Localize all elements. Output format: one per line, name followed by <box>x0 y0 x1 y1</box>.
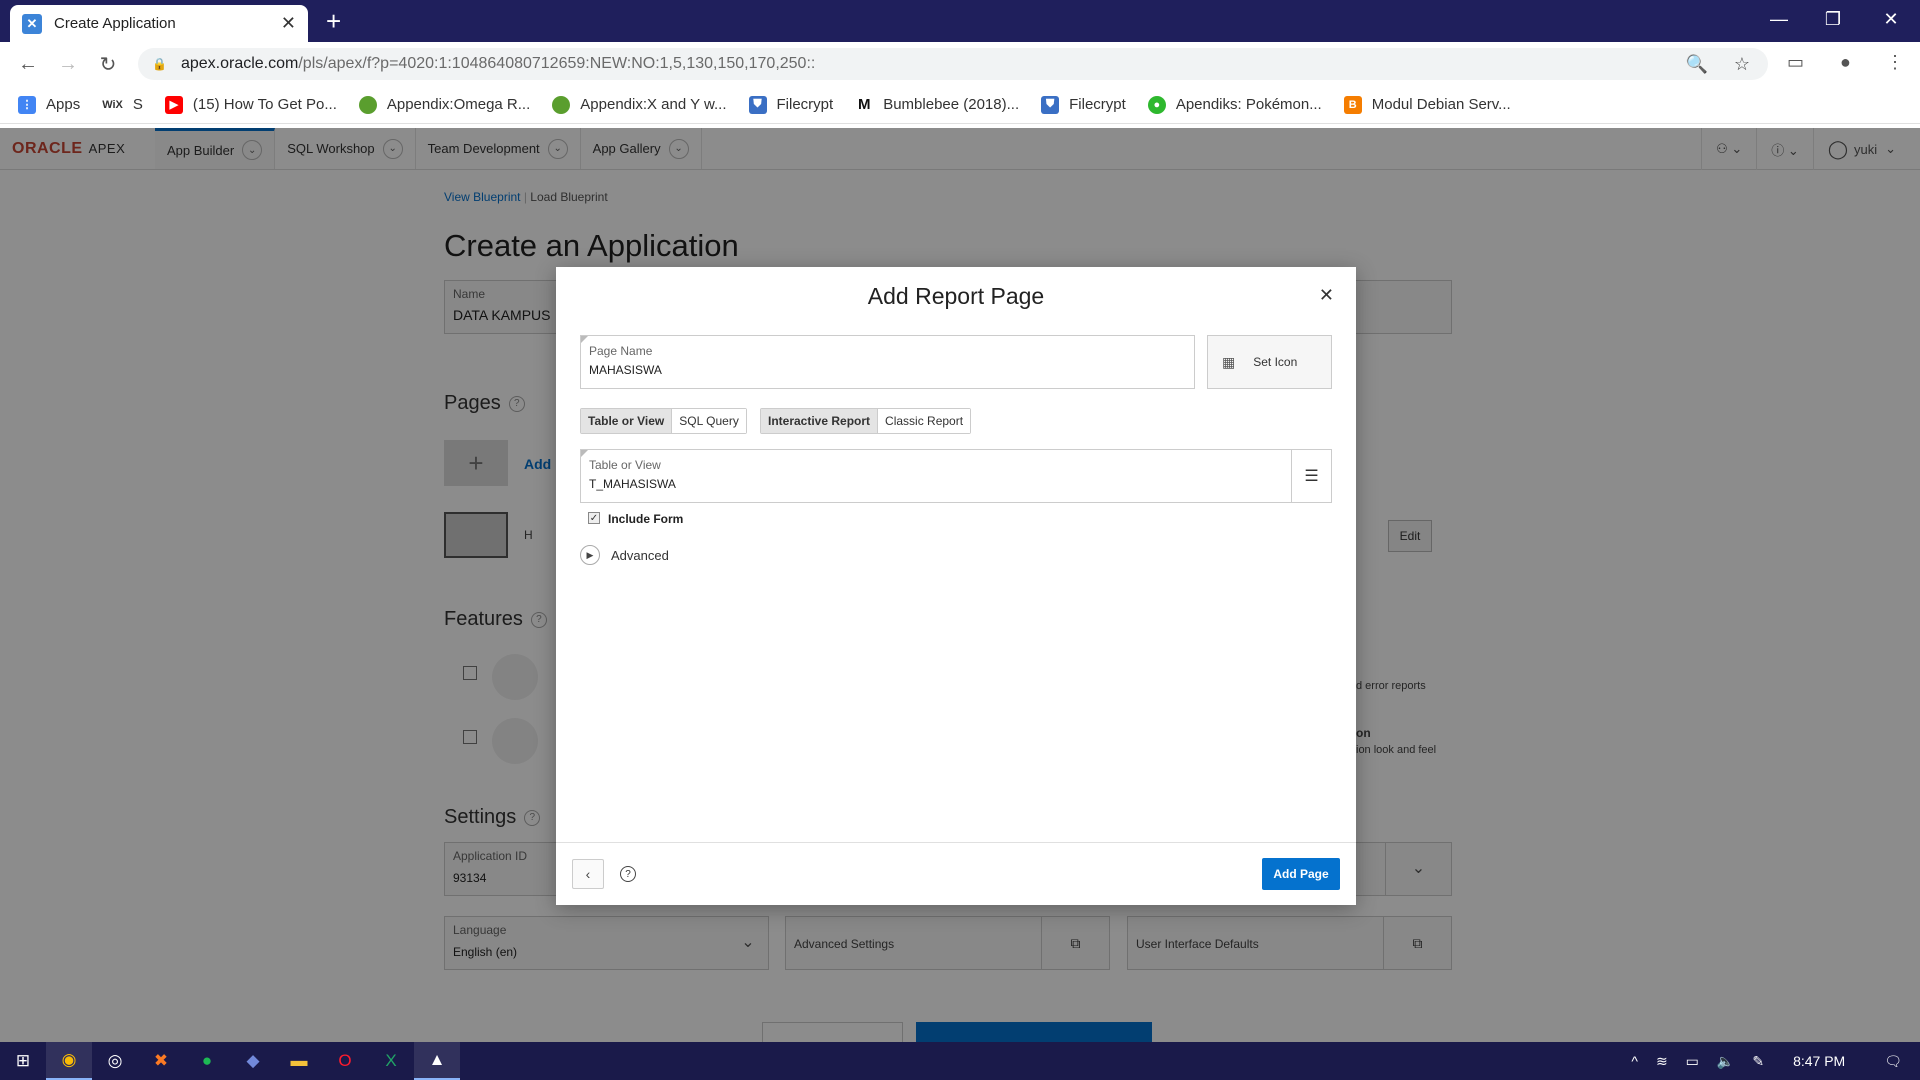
dialog-footer: ‹ ? Add Page <box>556 842 1356 905</box>
obs-icon[interactable]: ◎ <box>92 1042 138 1080</box>
apps-grid-icon: ⋮ <box>18 95 36 114</box>
chevron-left-icon: ‹ <box>585 866 591 882</box>
close-window-button[interactable]: ✕ <box>1868 4 1914 34</box>
table-icon: ▦ <box>1222 353 1236 370</box>
include-form-label: Include Form <box>608 512 684 526</box>
option-sql-query[interactable]: SQL Query <box>672 409 746 433</box>
photos-icon[interactable]: ▲ <box>414 1042 460 1080</box>
table-or-view-field[interactable]: Table or View T_MAHASISWA ☰ <box>580 449 1332 503</box>
tab-title: Create Application <box>54 15 176 32</box>
excel-icon[interactable]: X <box>368 1042 414 1080</box>
pokeball-icon: ● <box>1147 95 1166 114</box>
browser-menu-icon[interactable]: ⋮ <box>1886 52 1904 73</box>
opera-icon[interactable]: O <box>322 1042 368 1080</box>
add-page-button[interactable]: Add Page <box>1262 858 1340 890</box>
volume-icon[interactable]: 🔈 <box>1717 1053 1734 1070</box>
forward-arrow-icon[interactable]: → <box>48 53 88 76</box>
minimize-window-button[interactable]: — <box>1756 4 1802 34</box>
shield-icon: ⛊ <box>748 95 767 114</box>
leaf-icon <box>358 95 377 114</box>
list-icon[interactable]: ☰ <box>1291 450 1331 502</box>
close-tab-icon[interactable]: ✕ <box>281 13 296 34</box>
bookmarks-bar: ⋮ Apps WiX S ▶ (15) How To Get Po... App… <box>0 86 1920 124</box>
bookmark-star-icon[interactable]: ☆ <box>1734 54 1750 75</box>
back-arrow-icon[interactable]: ← <box>8 53 48 76</box>
bookmark-filecrypt-1[interactable]: ⛊ Filecrypt <box>748 95 833 114</box>
page-name-input[interactable]: MAHASISWA <box>589 363 662 377</box>
chevron-up-icon[interactable]: ^ <box>1631 1053 1638 1069</box>
leaf-icon <box>552 95 571 114</box>
source-type-radio-group: Table or View SQL Query <box>580 408 747 434</box>
expand-triangle-icon[interactable]: ▶ <box>580 545 600 565</box>
new-tab-button[interactable]: + <box>326 6 341 36</box>
bookmark-apps[interactable]: ⋮ Apps <box>18 95 80 114</box>
file-explorer-icon[interactable]: ▬ <box>276 1042 322 1080</box>
reload-icon[interactable]: ↻ <box>88 52 128 77</box>
address-bar: ← → ↻ 🔒 apex.oracle.com /pls/apex/f?p=40… <box>0 42 1920 86</box>
bookmark-filecrypt-2[interactable]: ⛊ Filecrypt <box>1041 95 1126 114</box>
zoom-icon[interactable]: 🔍 <box>1685 54 1707 75</box>
apex-favicon-icon: ✕ <box>22 13 42 34</box>
windows-start-icon[interactable]: ⊞ <box>0 1042 46 1080</box>
blogger-icon: B <box>1343 95 1362 114</box>
profile-avatar-icon[interactable]: ● <box>1840 52 1851 73</box>
close-icon[interactable]: ✕ <box>1319 285 1334 306</box>
add-report-page-dialog: Add Report Page ✕ Page Name MAHASISWA ▦ … <box>556 267 1356 905</box>
pen-icon[interactable]: ✎ <box>1752 1053 1764 1070</box>
browser-title-bar: ✕ Create Application ✕ + — ❐ ✕ <box>0 0 1920 42</box>
url-input[interactable]: 🔒 apex.oracle.com /pls/apex/f?p=4020:1:1… <box>138 48 1768 80</box>
bookmark-bumblebee[interactable]: M Bumblebee (2018)... <box>855 95 1019 114</box>
option-interactive-report[interactable]: Interactive Report <box>761 409 879 433</box>
battery-icon[interactable]: ▭ <box>1686 1053 1699 1070</box>
include-form-checkbox[interactable]: ✓ <box>588 512 600 524</box>
help-icon[interactable]: ? <box>620 866 636 882</box>
bookmark-appendix-omega[interactable]: Appendix:Omega R... <box>358 95 530 114</box>
windows-taskbar: ⊞ ◉ ◎ ✖ ● ◆ ▬ O X ▲ ^ ≋ ▭ 🔈 ✎ 8:47 PM 🗨 <box>0 1042 1920 1080</box>
report-type-radio-group: Interactive Report Classic Report <box>760 408 972 434</box>
wix-icon: WiX <box>102 98 123 111</box>
spotify-icon[interactable]: ● <box>184 1042 230 1080</box>
option-classic-report[interactable]: Classic Report <box>878 409 971 433</box>
notifications-icon[interactable]: 🗨 <box>1884 1053 1902 1070</box>
youtube-icon: ▶ <box>164 95 183 114</box>
table-or-view-input[interactable]: T_MAHASISWA <box>589 477 676 491</box>
advanced-section-toggle[interactable]: Advanced <box>611 548 669 563</box>
lock-icon: 🔒 <box>152 57 167 71</box>
system-tray: ^ ≋ ▭ 🔈 ✎ 8:47 PM 🗨 <box>1622 1042 1920 1080</box>
bookmark-wix[interactable]: WiX S <box>102 96 143 113</box>
back-button[interactable]: ‹ <box>572 859 604 889</box>
bookmark-debian[interactable]: B Modul Debian Serv... <box>1343 95 1511 114</box>
shield-icon: ⛊ <box>1041 95 1060 114</box>
bookmark-youtube[interactable]: ▶ (15) How To Get Po... <box>164 95 337 114</box>
url-host: apex.oracle.com <box>180 55 299 72</box>
page-name-field[interactable]: Page Name MAHASISWA <box>580 335 1195 389</box>
chrome-icon[interactable]: ◉ <box>46 1042 92 1080</box>
wifi-icon[interactable]: ≋ <box>1656 1053 1668 1070</box>
option-table-or-view[interactable]: Table or View <box>581 409 673 433</box>
restore-window-button[interactable]: ❐ <box>1810 4 1856 34</box>
m-logo-icon: M <box>855 95 874 114</box>
clock[interactable]: 8:47 PM <box>1793 1053 1845 1069</box>
set-icon-button[interactable]: ▦ Set Icon <box>1207 335 1332 389</box>
cast-icon[interactable]: ▭ <box>1787 52 1804 73</box>
browser-tab[interactable]: ✕ Create Application ✕ <box>10 5 308 42</box>
url-path: /pls/apex/f?p=4020:1:104864080712659:NEW… <box>298 55 816 72</box>
bookmark-appendix-xy[interactable]: Appendix:X and Y w... <box>552 95 727 114</box>
xampp-icon[interactable]: ✖ <box>138 1042 184 1080</box>
bookmark-pokemon[interactable]: ● Apendiks: Pokémon... <box>1147 95 1322 114</box>
discord-icon[interactable]: ◆ <box>230 1042 276 1080</box>
dialog-title: Add Report Page <box>867 283 1045 309</box>
